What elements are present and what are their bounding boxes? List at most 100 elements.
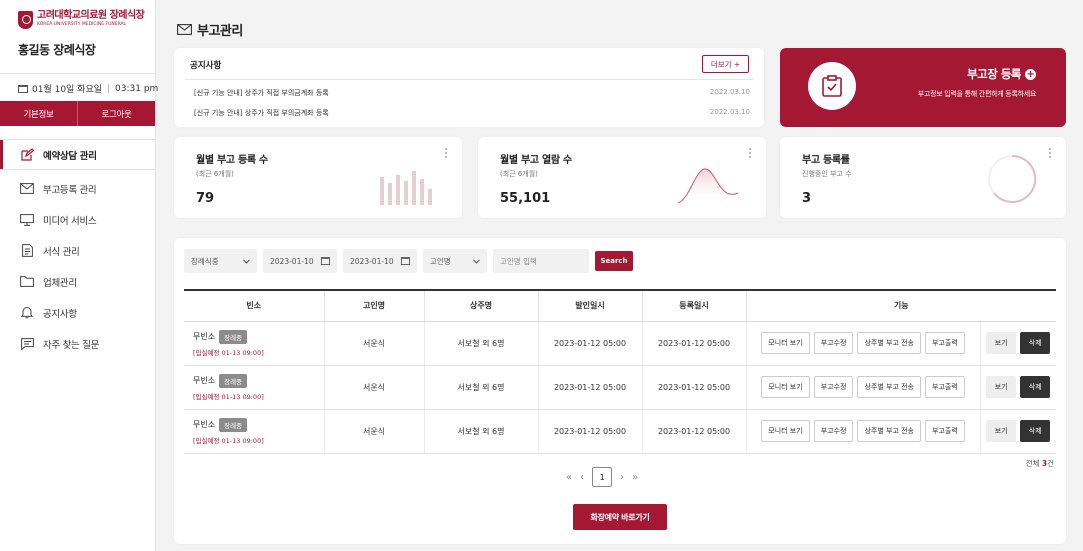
next-page-icon[interactable]: › xyxy=(620,472,624,483)
notice-card: 공지사항 더보기 + [신규 기능 안내] 상주가 직접 부의금계좌 등록 20… xyxy=(174,48,764,127)
bin-name: 무빈소 xyxy=(193,420,216,429)
edit-obituary-button[interactable]: 부고수정 xyxy=(813,332,854,354)
sidebar: 고려대학교의료원 장례식장 KOREA UNIVERSITY MEDICINE … xyxy=(0,0,159,551)
bin-name: 무빈소 xyxy=(193,376,216,385)
send-obituary-button[interactable]: 상주별 부고 전송 xyxy=(857,376,921,398)
view-button[interactable]: 보기 xyxy=(986,376,1017,398)
logo-text-ko: 고려대학교의료원 장례식장 xyxy=(37,10,145,21)
cell-deceased: 서운식 xyxy=(324,321,425,366)
cell-chief: 서보철 외 6명 xyxy=(424,321,539,366)
more-options-icon[interactable] xyxy=(445,148,448,158)
more-options-icon[interactable] xyxy=(1049,148,1052,158)
delete-button[interactable]: 삭제 xyxy=(1020,420,1051,442)
calendar-icon xyxy=(401,257,410,265)
first-page-icon[interactable]: « xyxy=(566,472,572,483)
sidebar-item-media[interactable]: 미디어 서비스 xyxy=(0,204,155,235)
col-header-departure: 발인일시 xyxy=(538,289,643,322)
sidebar-item-vendors[interactable]: 업체관리 xyxy=(0,266,155,297)
date-from-value: 2023-01-10 xyxy=(270,256,314,266)
logo-text-en: KOREA UNIVERSITY MEDICINE FUNERAL xyxy=(37,22,127,27)
date-to-input[interactable]: 2023-01-10 xyxy=(343,249,417,273)
logout-button[interactable]: 로그아웃 xyxy=(78,101,155,126)
sidebar-item-label: 예약상담 관리 xyxy=(43,150,97,162)
register-obituary-card[interactable]: 부고장 등록 + 부고정보 입력을 통해 간편하게 등록하세요 xyxy=(780,48,1066,127)
obituary-list-card: 장례식중 2023-01-10 2023-01-10 고인명 고인명 입력 Se… xyxy=(174,238,1066,544)
sidebar-item-obituary[interactable]: 부고등록 관리 xyxy=(0,173,155,204)
page-number-current[interactable]: 1 xyxy=(592,467,613,487)
more-options-icon[interactable] xyxy=(749,148,752,158)
progress-ring xyxy=(988,154,1037,203)
search-button[interactable]: Search xyxy=(595,251,633,271)
notice-item-date: 2022.03.10 xyxy=(709,88,750,96)
last-page-icon[interactable]: » xyxy=(632,472,638,483)
sidebar-item-label: 미디어 서비스 xyxy=(43,215,97,227)
cell-registered: 2023-01-12 05:00 xyxy=(642,321,747,366)
sidebar-item-reservation[interactable]: 예약상담 관리 xyxy=(0,139,155,170)
view-button[interactable]: 보기 xyxy=(986,332,1017,354)
folder-icon xyxy=(20,275,34,289)
cell-actions: 보기 삭제 xyxy=(980,365,1056,410)
stat-title: 부고 등록률 xyxy=(802,155,850,166)
notice-item-text: [신규 기능 안내] 상주가 직접 부의금계좌 등록 xyxy=(194,89,329,97)
delete-button[interactable]: 삭제 xyxy=(1020,332,1051,354)
current-time: 03:31 pm xyxy=(115,83,159,94)
stat-value: 55,101 xyxy=(500,191,551,206)
print-obituary-button[interactable]: 부고출력 xyxy=(924,420,965,442)
register-title-text: 부고장 등록 xyxy=(967,67,1021,81)
current-date: 01월 10일 화요일 xyxy=(32,85,103,95)
calendar-icon xyxy=(321,257,330,265)
envelope-icon xyxy=(177,24,192,35)
edit-obituary-button[interactable]: 부고수정 xyxy=(813,420,854,442)
monitor-view-button[interactable]: 모니터 보기 xyxy=(761,376,810,398)
sidebar-item-label: 서식 관리 xyxy=(43,246,80,258)
more-button[interactable]: 더보기 + xyxy=(702,55,749,73)
bell-icon xyxy=(20,306,34,320)
sidebar-item-faq[interactable]: 자주 찾는 질문 xyxy=(0,328,155,359)
basic-info-button[interactable]: 기본정보 xyxy=(0,101,78,126)
view-button[interactable]: 보기 xyxy=(986,420,1017,442)
notice-item[interactable]: [신규 기능 안내] 상주가 직접 부의금계좌 등록 2022.03.10 xyxy=(194,88,750,98)
cell-functions: 모니터 보기 부고수정 상주별 부고 전송 부고출력 xyxy=(746,365,981,410)
sidebar-item-forms[interactable]: 서식 관리 xyxy=(0,235,155,266)
keyword-input[interactable]: 고인명 입력 xyxy=(493,249,589,273)
divider xyxy=(185,79,753,80)
search-field-select[interactable]: 고인명 xyxy=(423,249,487,273)
cell-chief: 서보철 외 6명 xyxy=(424,409,539,454)
prev-page-icon[interactable]: ‹ xyxy=(580,472,584,483)
cell-bin: 무빈소 장례중 [입실예정 01-13 09:00] xyxy=(184,321,325,366)
table-header-row: 빈소 고인명 상주명 발인일시 등록일시 기능 xyxy=(184,289,1056,322)
status-badge: 장례중 xyxy=(219,329,248,344)
divider xyxy=(0,73,155,74)
send-obituary-button[interactable]: 상주별 부고 전송 xyxy=(857,332,921,354)
hall-select[interactable]: 장례식중 xyxy=(184,249,257,273)
edit-obituary-button[interactable]: 부고수정 xyxy=(813,376,854,398)
cremation-reservation-button[interactable]: 화장예약 바로가기 xyxy=(573,504,667,530)
table-row: 무빈소 장례중 [입실예정 01-13 09:00] 서운식 서보철 외 6명 2… xyxy=(184,409,1056,454)
monitor-icon xyxy=(20,213,34,227)
notice-item[interactable]: [신규 기능 안내] 상주가 직접 부의금계좌 등록 2022.03.10 xyxy=(194,108,750,118)
plus-icon: + xyxy=(1025,68,1036,80)
sidebar-item-notice[interactable]: 공지사항 xyxy=(0,297,155,328)
sidebar-item-label: 공지사항 xyxy=(43,308,77,320)
check-in-plan: [입실예정 01-13 09:00] xyxy=(193,436,264,445)
date-from-input[interactable]: 2023-01-10 xyxy=(263,249,337,273)
monitor-view-button[interactable]: 모니터 보기 xyxy=(761,332,810,354)
cell-departure: 2023-01-12 05:00 xyxy=(538,409,643,454)
col-header-deceased: 고인명 xyxy=(324,289,425,322)
hall-select-value: 장례식중 xyxy=(191,256,219,266)
search-field-value: 고인명 xyxy=(430,256,451,266)
stat-title: 월별 부고 열람 수 xyxy=(500,155,572,166)
delete-button[interactable]: 삭제 xyxy=(1020,376,1051,398)
sidebar-item-label: 업체관리 xyxy=(43,277,77,289)
total-suffix: 건 xyxy=(1047,459,1054,468)
col-header-registered: 등록일시 xyxy=(642,289,747,322)
notice-item-date: 2022.03.10 xyxy=(709,108,750,116)
obituary-table: 빈소 고인명 상주명 발인일시 등록일시 기능 무빈소 장례중 [입실예정 01-… xyxy=(184,289,1056,454)
print-obituary-button[interactable]: 부고출력 xyxy=(924,376,965,398)
logo[interactable]: 고려대학교의료원 장례식장 KOREA UNIVERSITY MEDICINE … xyxy=(18,10,145,29)
status-badge: 장례중 xyxy=(219,417,248,432)
send-obituary-button[interactable]: 상주별 부고 전송 xyxy=(857,420,921,442)
cell-bin: 무빈소 장례중 [입실예정 01-13 09:00] xyxy=(184,365,325,410)
print-obituary-button[interactable]: 부고출력 xyxy=(924,332,965,354)
monitor-view-button[interactable]: 모니터 보기 xyxy=(761,420,810,442)
